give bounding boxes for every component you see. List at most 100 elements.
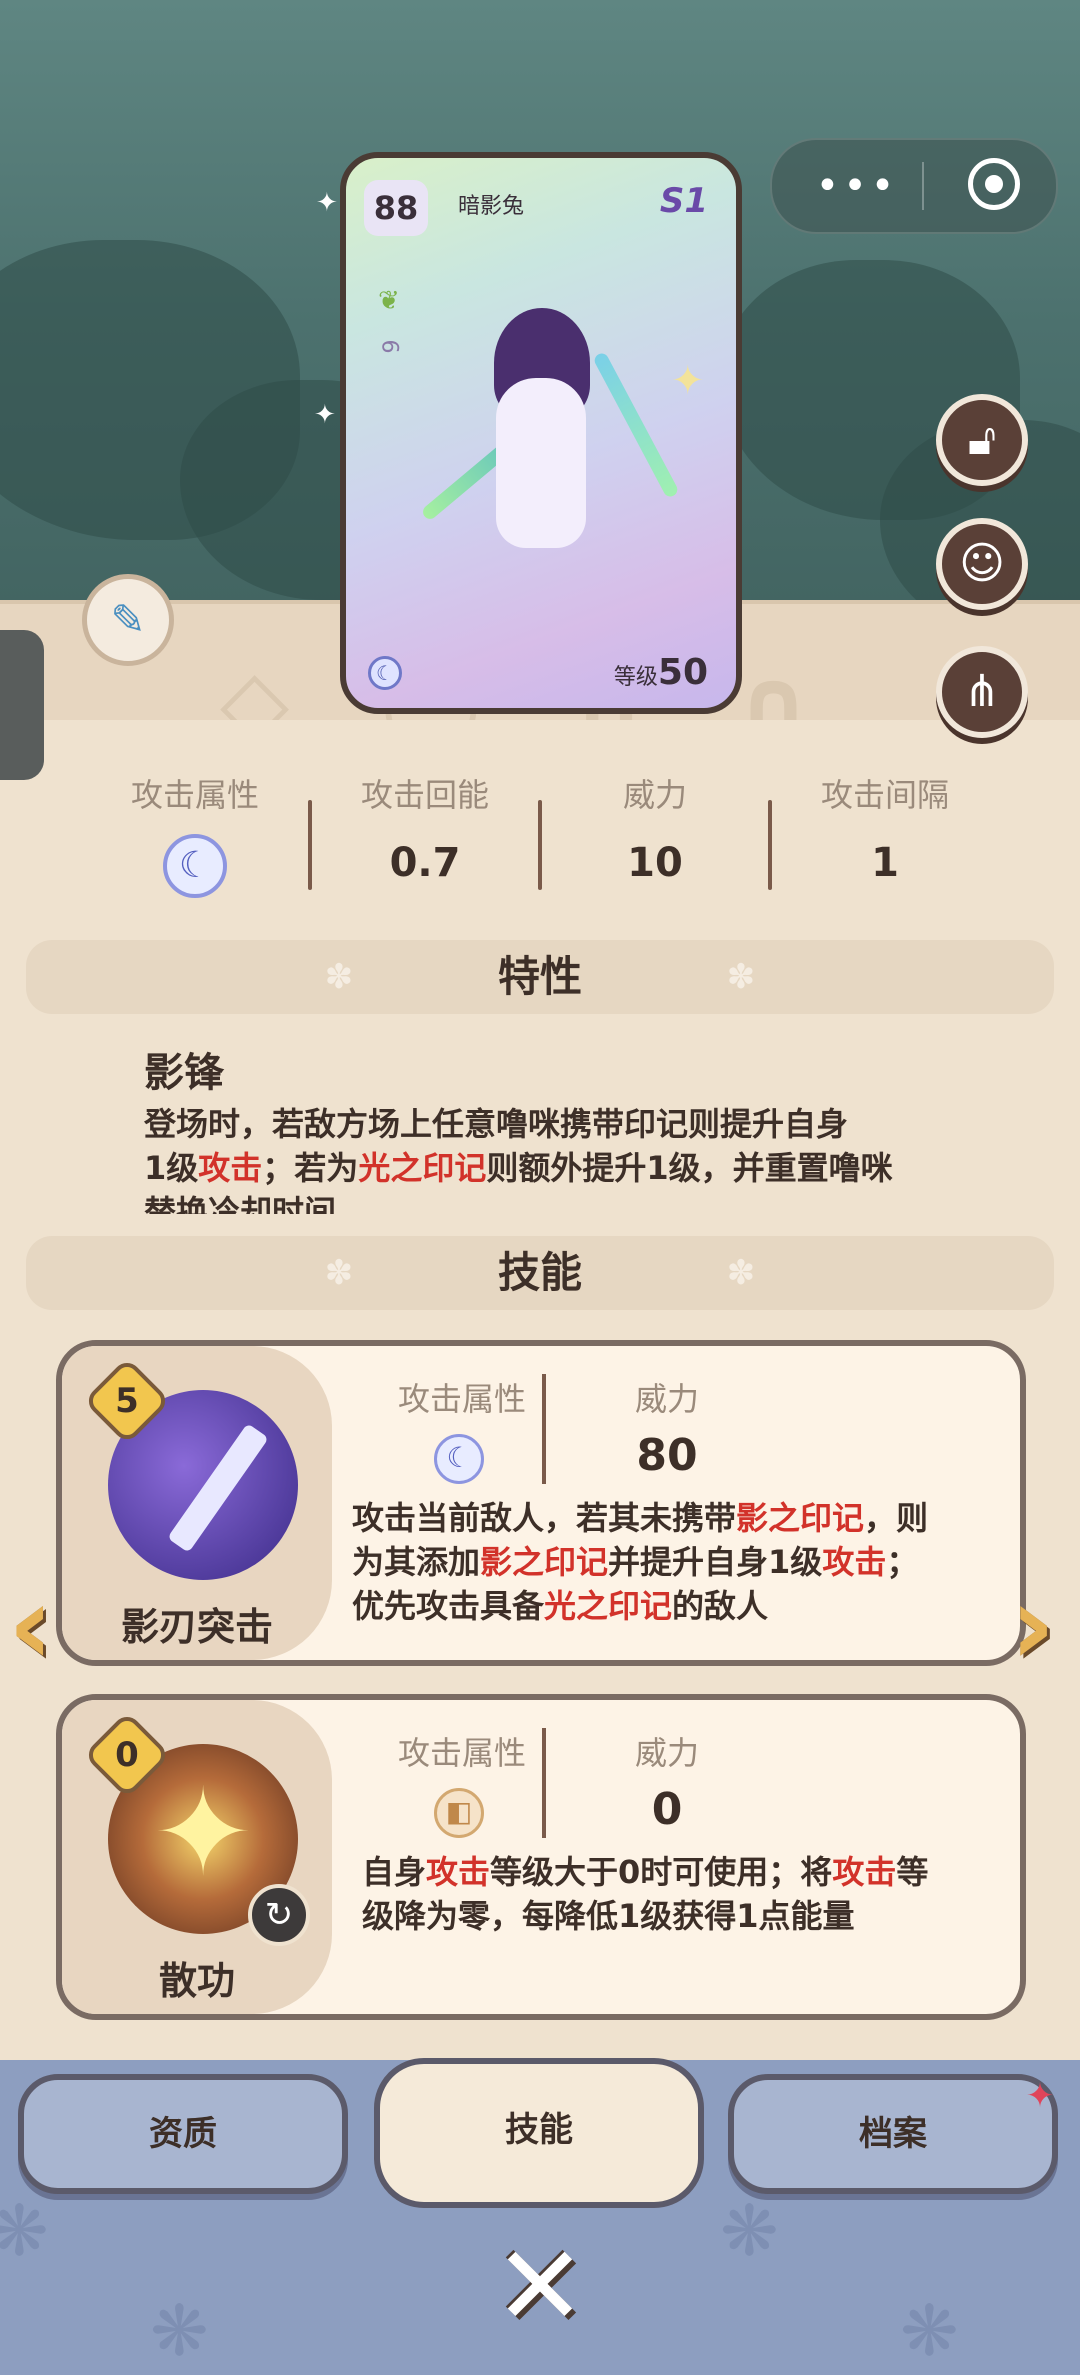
text: ；若为 (262, 1149, 359, 1187)
paw-icon: ❋ (900, 2290, 959, 2372)
divider (542, 1728, 546, 1838)
desc-line: 自身攻击等级大于0时可使用；将攻击等 (362, 1850, 1020, 1894)
season-badge: S1 (659, 181, 709, 221)
moon-icon: ☾ (434, 1434, 484, 1484)
brush-icon[interactable]: ✎ (82, 574, 174, 666)
skill-card[interactable]: ✦ ↻ 0 散功 攻击属性 ◧ 威力 0 自身攻击等级大于0时可使用；将攻击等 … (56, 1694, 1026, 2020)
tab-bar: 资质 技能 档案 (0, 2058, 1080, 2220)
level-value: 50 (657, 652, 708, 693)
skills-section-header: ✽ 技能 ✽ (26, 1236, 1054, 1310)
stat-label: 攻击回能 (360, 776, 489, 814)
close-miniprogram-button[interactable] (968, 158, 1020, 210)
text: 等级大于0时可使用；将 (490, 1853, 833, 1891)
stat-label: 威力 (622, 776, 687, 814)
trait-name: 影锋 (144, 1050, 224, 1096)
text: ，则 (864, 1499, 929, 1537)
paw-icon: ✽ (324, 957, 354, 997)
text: 并提升自身1级 (608, 1543, 823, 1581)
keyword: 影之印记 (736, 1499, 865, 1537)
text: 攻击当前敌人，若其未携带 (352, 1499, 737, 1537)
blade (592, 351, 680, 499)
close-icon[interactable]: ✕ (490, 2231, 590, 2341)
skill-power-value: 80 (636, 1430, 698, 1481)
tab-skills[interactable]: 技能 (374, 2058, 704, 2208)
text: 为其添加 (352, 1543, 481, 1581)
paw-icon: ✽ (726, 957, 756, 997)
stat-value: 10 (627, 840, 683, 886)
card-small-stat: 6 (376, 339, 402, 354)
text: 1级 (144, 1149, 199, 1187)
leaf-icon: ❦ (378, 286, 400, 316)
tab-archive[interactable]: 档案 (728, 2074, 1058, 2194)
notification-star-icon: ✦ (1025, 2076, 1055, 2116)
divider (768, 800, 772, 890)
keyword: 影之印记 (480, 1543, 609, 1581)
keyword: 攻击 (198, 1149, 263, 1187)
stat-power: 威力 10 (540, 770, 770, 888)
stat-label: 攻击间隔 (820, 776, 949, 814)
divider (538, 800, 542, 890)
keyword: 攻击 (426, 1853, 491, 1891)
skill-description: 攻击当前敌人，若其未携带影之印记，则 为其添加影之印记并提升自身1级攻击； 优先… (352, 1496, 1012, 1628)
card-level: 等级50 (614, 652, 708, 693)
desc-line: 为其添加影之印记并提升自身1级攻击； (352, 1540, 1012, 1584)
stat-value: 1 (871, 840, 899, 886)
paw-icon: ✽ (324, 1253, 354, 1293)
light-icon: ◧ (434, 1788, 484, 1838)
trait-description: 登场时，若敌方场上任意噜咪携带印记则提升自身 1级攻击；若为光之印记则额外提升1… (144, 1102, 964, 1214)
moon-icon: ☾ (163, 834, 227, 898)
cat-switch-icon[interactable]: ☺ (936, 518, 1028, 610)
section-title: 特性 (497, 952, 582, 1001)
stat-attack-attr: 攻击属性 ☾ (80, 770, 310, 898)
next-arrow-icon[interactable]: › (1010, 1570, 1080, 1680)
desc-line: 优先攻击具备光之印记的敌人 (352, 1584, 1012, 1628)
level-label: 等级 (613, 665, 658, 690)
skill-cost: 0 (115, 1735, 139, 1775)
refresh-icon: ↻ (248, 1884, 310, 1946)
lock-icon[interactable]: 🔓︎ (936, 394, 1028, 486)
keyword: 攻击 (832, 1853, 897, 1891)
prev-arrow-icon[interactable]: ‹ (8, 1570, 78, 1680)
text: 优先攻击具备 (352, 1587, 545, 1625)
skill-power-label: 威力 (634, 1734, 699, 1772)
section-title: 技能 (497, 1248, 582, 1297)
skill-card[interactable]: 5 影刃突击 攻击属性 ☾ 威力 80 攻击当前敌人，若其未携带影之印记，则 为… (56, 1340, 1026, 1666)
text: 等 (896, 1853, 929, 1891)
skill-cost: 5 (115, 1381, 139, 1421)
desc-line: 级降为零，每降低1级获得1点能量 (362, 1897, 855, 1935)
tab-aptitude[interactable]: 资质 (18, 2074, 348, 2194)
desc-line: 攻击当前敌人，若其未携带影之印记，则 (352, 1496, 1012, 1540)
skill-name: 散功 (158, 1959, 235, 2003)
keyword: 光之印记 (544, 1587, 673, 1625)
skill-description: 自身攻击等级大于0时可使用；将攻击等 级降为零，每降低1级获得1点能量 (362, 1850, 1020, 1938)
moon-icon: ☾ (368, 656, 402, 690)
capsule-divider (922, 162, 924, 210)
trait-line: 1级攻击；若为光之印记则额外提升1级，并重置噜咪 (144, 1146, 964, 1190)
skill-power-label: 威力 (634, 1380, 699, 1418)
divider (542, 1374, 546, 1484)
skill-attr-label: 攻击属性 (397, 1380, 526, 1418)
text: 则额外提升1级，并重置噜咪 (486, 1149, 893, 1187)
character-body (496, 378, 586, 548)
character-card: ✦ 88 暗影兔 S1 ❦ 6 ☾ 等级50 (340, 152, 742, 714)
sparkle-icon: ✦ (314, 400, 336, 430)
sparkle-icon: ✦ (316, 188, 338, 218)
more-button[interactable]: ••• (812, 166, 902, 206)
keyword: 光之印记 (358, 1149, 487, 1187)
skill-name: 影刃突击 (120, 1605, 273, 1649)
divider (308, 800, 312, 890)
stat-interval: 攻击间隔 1 (770, 770, 1000, 888)
trait-line: 登场时，若敌方场上任意噜咪携带印记则提升自身 (144, 1105, 849, 1143)
paw-icon: ❋ (150, 2290, 209, 2372)
card-level-badge: 88 (364, 180, 428, 236)
paw-icon: ✽ (726, 1253, 756, 1293)
side-tab[interactable] (0, 630, 44, 780)
trait-section-header: ✽ 特性 ✽ (26, 940, 1054, 1014)
stat-energy: 攻击回能 0.7 (310, 770, 540, 888)
text: 的敌人 (672, 1587, 769, 1625)
skill-power-value: 0 (651, 1784, 683, 1835)
stat-value: 0.7 (389, 840, 461, 886)
share-icon[interactable]: ⋔ (936, 646, 1028, 738)
text: ； (886, 1543, 919, 1581)
keyword: 攻击 (822, 1543, 887, 1581)
